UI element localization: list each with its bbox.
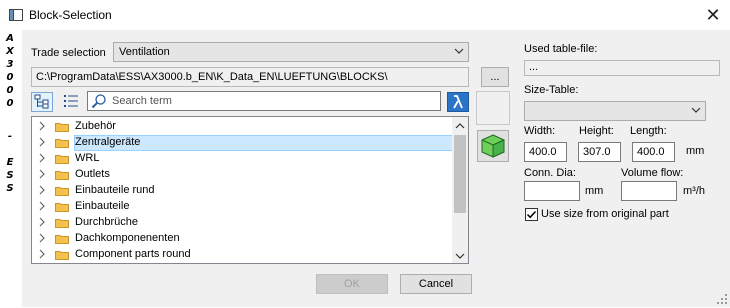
- tree-item[interactable]: WRL: [32, 151, 452, 167]
- chevron-down-icon: [454, 45, 464, 62]
- size-unit-label: mm: [686, 145, 705, 157]
- cube-icon: [481, 134, 505, 158]
- cancel-button[interactable]: Cancel: [400, 274, 472, 294]
- width-label: Width:: [524, 125, 556, 137]
- folder-icon: [55, 170, 69, 180]
- app-icon: [9, 9, 23, 21]
- used-table-label: Used table-file:: [524, 43, 598, 55]
- conn-dia-label: Conn. Dia:: [524, 167, 576, 179]
- folder-icon: [55, 186, 69, 196]
- use-size-checkbox[interactable]: [525, 208, 538, 221]
- side-char: 0: [6, 98, 14, 109]
- trade-selection-label: Trade selection: [31, 47, 106, 59]
- width-input[interactable]: 400.0: [524, 142, 567, 162]
- scroll-up-icon[interactable]: [455, 121, 465, 133]
- tree-view-button[interactable]: [31, 92, 53, 112]
- conn-dia-input[interactable]: [524, 181, 580, 201]
- conn-dia-unit: mm: [585, 185, 604, 197]
- tree-item-label: Durchbrüche: [75, 216, 138, 228]
- side-char: -: [7, 131, 13, 142]
- search-icon: [91, 93, 107, 109]
- volume-flow-input[interactable]: [621, 181, 677, 201]
- folder-icon: [55, 218, 69, 228]
- search-placeholder: Search term: [112, 95, 172, 107]
- close-button[interactable]: ✕: [702, 4, 724, 26]
- chevron-right-icon[interactable]: [38, 152, 46, 167]
- tree-item[interactable]: Component parts round: [32, 247, 452, 263]
- search-go-button[interactable]: [447, 92, 469, 112]
- folder-icon: [55, 122, 69, 132]
- chevron-right-icon[interactable]: [38, 136, 46, 151]
- folder-icon: [55, 234, 69, 244]
- chevron-right-icon[interactable]: [38, 168, 46, 183]
- use-size-label[interactable]: Use size from original part: [541, 208, 669, 220]
- size-table-label: Size-Table:: [524, 84, 579, 96]
- folder-icon: [55, 138, 69, 148]
- tree-item[interactable]: Durchbrüche: [32, 215, 452, 231]
- chevron-right-icon[interactable]: [38, 200, 46, 215]
- trade-selection-value: Ventilation: [119, 46, 170, 58]
- tree-item-label: Dachkomponenenten: [75, 232, 180, 244]
- scroll-thumb[interactable]: [454, 135, 466, 213]
- scroll-down-icon[interactable]: [455, 251, 465, 263]
- length-input[interactable]: 400.0: [632, 142, 675, 162]
- checkmark-icon: [526, 210, 537, 219]
- volume-flow-label: Volume flow:: [621, 167, 684, 179]
- side-char: E: [6, 157, 14, 168]
- tree-item[interactable]: Zubehör: [32, 119, 452, 135]
- tree-item[interactable]: Einbauteile rund: [32, 183, 452, 199]
- preview-box: [476, 91, 510, 125]
- tree-item[interactable]: Zentralgeräte: [32, 135, 452, 151]
- folder-icon: [55, 250, 69, 260]
- side-char: 3: [6, 59, 14, 70]
- size-table-combo[interactable]: [524, 101, 706, 121]
- side-label-strip: A X 3 0 0 0 - E S S: [0, 30, 20, 307]
- folder-icon: [55, 154, 69, 164]
- tree-item-label: WRL: [75, 152, 100, 164]
- tree-items: Zubehör Zentralgeräte WRL Outlets Einbau…: [32, 117, 452, 263]
- side-char: 0: [6, 85, 14, 96]
- side-char: X: [6, 46, 14, 57]
- search-input[interactable]: Search term: [87, 91, 441, 111]
- length-label: Length:: [630, 125, 667, 137]
- height-input[interactable]: 307.0: [578, 142, 621, 162]
- tree-item-label: Zentralgeräte: [75, 136, 141, 148]
- list-view-icon: [64, 95, 78, 107]
- chevron-down-icon: [691, 104, 701, 121]
- tree-scrollbar[interactable]: [452, 117, 468, 263]
- tree-item-label: Zubehör: [75, 120, 116, 132]
- used-table-field[interactable]: ...: [524, 60, 720, 76]
- side-char: S: [6, 183, 14, 194]
- lambda-icon: [453, 95, 463, 109]
- window-title: Block-Selection: [29, 8, 112, 22]
- tree-item[interactable]: Einbauteile: [32, 199, 452, 215]
- side-char: A: [6, 33, 14, 44]
- volume-flow-unit: m³/h: [683, 185, 705, 197]
- tree-item-label: Einbauteile rund: [75, 184, 155, 196]
- chevron-right-icon[interactable]: [38, 120, 46, 135]
- chevron-right-icon[interactable]: [38, 184, 46, 199]
- resize-grip-icon[interactable]: [716, 293, 728, 305]
- tree-item[interactable]: Dachkomponenenten: [32, 231, 452, 247]
- side-char: 0: [6, 72, 14, 83]
- chevron-right-icon[interactable]: [38, 216, 46, 231]
- chevron-right-icon[interactable]: [38, 232, 46, 247]
- tree-item-label: Outlets: [75, 168, 110, 180]
- height-label: Height:: [579, 125, 614, 137]
- list-view-button[interactable]: [61, 92, 83, 112]
- trade-selection-combo[interactable]: Ventilation: [113, 42, 469, 62]
- chevron-right-icon[interactable]: [38, 248, 46, 263]
- path-field[interactable]: C:\ProgramData\ESS\AX3000.b_EN\K_Data_EN…: [31, 67, 469, 87]
- show-3d-button[interactable]: [477, 130, 509, 162]
- tree-item-label: Component parts round: [75, 248, 191, 260]
- browse-button[interactable]: ...: [481, 67, 509, 87]
- ok-button[interactable]: OK: [316, 274, 388, 294]
- tree-item-label: Einbauteile: [75, 200, 130, 212]
- tree-view-icon: [34, 94, 49, 109]
- folder-icon: [55, 202, 69, 212]
- side-char: S: [6, 170, 14, 181]
- tree-item[interactable]: Outlets: [32, 167, 452, 183]
